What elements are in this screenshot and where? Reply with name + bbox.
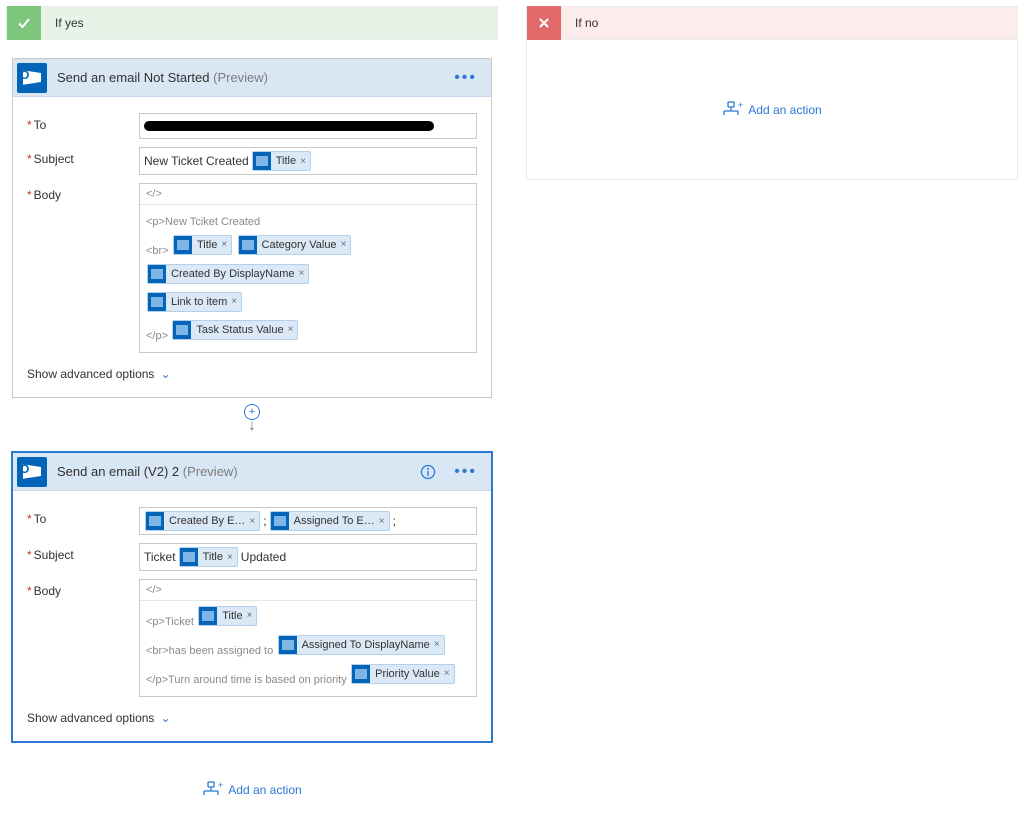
branch-header-no[interactable]: If no — [526, 6, 1018, 40]
show-advanced-toggle[interactable]: Show advanced options ⌄ — [27, 711, 171, 725]
token-link[interactable]: Link to item× — [147, 292, 242, 312]
field-label-subject: *Subject — [27, 543, 139, 562]
subject-text: New Ticket Created — [144, 154, 249, 168]
field-label-body: *Body — [27, 183, 139, 202]
arrow-down-icon: ↓ — [248, 418, 256, 434]
action-card-email-not-started[interactable]: Send an email Not Started (Preview) ••• … — [12, 58, 492, 398]
token-title[interactable]: Title× — [252, 151, 311, 171]
token-title[interactable]: Title× — [198, 606, 257, 626]
field-label-to: *To — [27, 507, 139, 526]
yes-branch: If yes Send an email Not Started (Previe… — [6, 6, 498, 808]
card-header[interactable]: Send an email (V2) 2 (Preview) ••• — [13, 453, 491, 491]
svg-text:+: + — [738, 100, 743, 110]
branch-header-yes[interactable]: If yes — [6, 6, 498, 40]
code-view-toggle[interactable]: </> — [140, 580, 476, 601]
sharepoint-icon — [253, 152, 271, 170]
token-title[interactable]: Title× — [173, 235, 232, 255]
field-label-subject: *Subject — [27, 147, 139, 166]
add-action-icon: + — [722, 102, 740, 118]
card-title: Send an email Not Started (Preview) — [57, 70, 268, 85]
to-input[interactable]: Created By E…× ; Assigned To E…× ; — [139, 507, 477, 535]
no-branch: If no + Add an action — [526, 6, 1018, 180]
close-icon[interactable]: × — [300, 156, 306, 167]
add-action-button[interactable]: + Add an action — [6, 772, 498, 808]
outlook-icon — [17, 457, 47, 487]
add-action-button[interactable]: + Add an action — [722, 92, 821, 128]
token-assigned-email[interactable]: Assigned To E…× — [270, 511, 390, 531]
to-input[interactable] — [139, 113, 477, 139]
connector: + ↓ — [6, 404, 498, 434]
close-icon — [527, 6, 561, 40]
card-header[interactable]: Send an email Not Started (Preview) ••• — [13, 59, 491, 97]
token-createdby-email[interactable]: Created By E…× — [145, 511, 260, 531]
check-icon — [7, 6, 41, 40]
token-assigned-dn[interactable]: Assigned To DisplayName× — [278, 635, 445, 655]
chevron-down-icon: ⌄ — [160, 367, 170, 381]
body-input[interactable]: </> <p>Ticket Title× <br>has been assign… — [139, 579, 477, 697]
subject-input[interactable]: New Ticket Created Title× — [139, 147, 477, 175]
token-priority[interactable]: Priority Value× — [351, 664, 454, 684]
info-icon[interactable] — [416, 464, 440, 480]
token-category[interactable]: Category Value× — [238, 235, 352, 255]
action-card-email-v2[interactable]: Send an email (V2) 2 (Preview) ••• *To C… — [12, 452, 492, 742]
subject-input[interactable]: Ticket Title× Updated — [139, 543, 477, 571]
body-input[interactable]: </> <p>New Tciket Created <br> Title× Ca… — [139, 183, 477, 353]
code-view-toggle[interactable]: </> — [140, 184, 476, 205]
field-label-body: *Body — [27, 579, 139, 598]
card-title: Send an email (V2) 2 (Preview) — [57, 464, 238, 479]
show-advanced-toggle[interactable]: Show advanced options ⌄ — [27, 367, 171, 381]
no-branch-body: + Add an action — [526, 40, 1018, 180]
branch-yes-label: If yes — [41, 16, 84, 30]
add-action-icon: + — [202, 782, 220, 798]
field-label-to: *To — [27, 113, 139, 132]
svg-text:+: + — [218, 780, 223, 790]
branch-no-label: If no — [561, 16, 598, 30]
token-title[interactable]: Title× — [179, 547, 238, 567]
chevron-down-icon: ⌄ — [160, 711, 170, 725]
outlook-icon — [17, 63, 47, 93]
token-taskstatus[interactable]: Task Status Value× — [172, 320, 298, 340]
token-createdby[interactable]: Created By DisplayName× — [147, 264, 309, 284]
redacted-text — [144, 121, 434, 131]
more-icon[interactable]: ••• — [450, 69, 481, 87]
more-icon[interactable]: ••• — [450, 463, 481, 481]
